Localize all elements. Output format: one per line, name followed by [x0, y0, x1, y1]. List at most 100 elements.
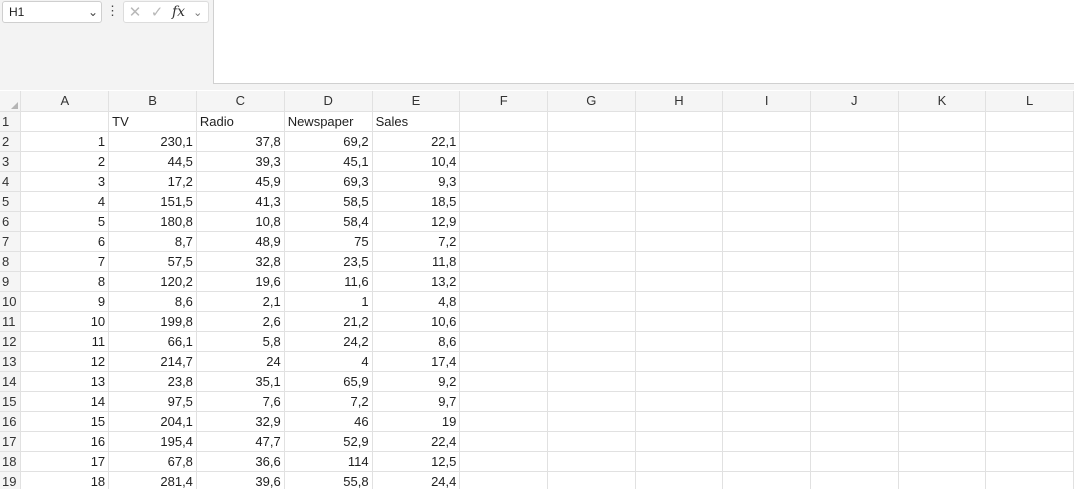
chevron-down-icon[interactable]: ⌄: [193, 6, 202, 19]
cell-l7[interactable]: [985, 231, 1074, 252]
cell-c9[interactable]: 19,6: [196, 271, 285, 292]
cell-a7[interactable]: 6: [20, 231, 110, 252]
cell-b10[interactable]: 8,6: [108, 291, 197, 312]
cell-l12[interactable]: [985, 331, 1074, 352]
cell-g5[interactable]: [547, 191, 636, 212]
cell-e11[interactable]: 10,6: [372, 311, 461, 332]
name-box[interactable]: H1 ⌄: [2, 1, 102, 23]
cell-k12[interactable]: [898, 331, 987, 352]
cell-k5[interactable]: [898, 191, 987, 212]
cell-c19[interactable]: 39,6: [196, 471, 285, 489]
cell-l19[interactable]: [985, 471, 1074, 489]
cell-d1[interactable]: Newspaper: [284, 111, 373, 132]
row-header[interactable]: 16: [0, 411, 22, 432]
cell-f14[interactable]: [459, 371, 549, 392]
cell-j9[interactable]: [810, 271, 899, 292]
cell-f17[interactable]: [459, 431, 549, 452]
cell-k7[interactable]: [898, 231, 987, 252]
cell-g8[interactable]: [547, 251, 636, 272]
cell-a4[interactable]: 3: [20, 171, 110, 192]
cell-i7[interactable]: [722, 231, 811, 252]
cell-d13[interactable]: 4: [284, 351, 373, 372]
cell-k11[interactable]: [898, 311, 987, 332]
cell-c5[interactable]: 41,3: [196, 191, 285, 212]
column-header-a[interactable]: A: [20, 91, 110, 112]
row-header[interactable]: 2: [0, 131, 22, 152]
cell-j13[interactable]: [810, 351, 899, 372]
cell-j14[interactable]: [810, 371, 899, 392]
cell-l10[interactable]: [985, 291, 1074, 312]
cell-b17[interactable]: 195,4: [108, 431, 197, 452]
cell-a19[interactable]: 18: [20, 471, 110, 489]
cell-l5[interactable]: [985, 191, 1074, 212]
cell-a14[interactable]: 13: [20, 371, 110, 392]
column-header-h[interactable]: H: [635, 91, 724, 112]
cell-k1[interactable]: [898, 111, 987, 132]
cell-i10[interactable]: [722, 291, 811, 312]
cell-f13[interactable]: [459, 351, 549, 372]
cell-j2[interactable]: [810, 131, 899, 152]
cell-f16[interactable]: [459, 411, 549, 432]
column-header-i[interactable]: I: [722, 91, 811, 112]
cell-k19[interactable]: [898, 471, 987, 489]
cell-h4[interactable]: [635, 171, 724, 192]
cell-d5[interactable]: 58,5: [284, 191, 373, 212]
cell-k10[interactable]: [898, 291, 987, 312]
cell-c3[interactable]: 39,3: [196, 151, 285, 172]
cell-e17[interactable]: 22,4: [372, 431, 461, 452]
insert-function-button[interactable]: fx: [172, 4, 185, 20]
cell-h19[interactable]: [635, 471, 724, 489]
cell-c8[interactable]: 32,8: [196, 251, 285, 272]
cell-i4[interactable]: [722, 171, 811, 192]
cell-c6[interactable]: 10,8: [196, 211, 285, 232]
cell-d10[interactable]: 1: [284, 291, 373, 312]
column-header-l[interactable]: L: [985, 91, 1074, 112]
cell-l4[interactable]: [985, 171, 1074, 192]
cell-c14[interactable]: 35,1: [196, 371, 285, 392]
cell-g10[interactable]: [547, 291, 636, 312]
cell-c2[interactable]: 37,8: [196, 131, 285, 152]
cell-l1[interactable]: [985, 111, 1074, 132]
cell-b9[interactable]: 120,2: [108, 271, 197, 292]
cell-k17[interactable]: [898, 431, 987, 452]
cell-b12[interactable]: 66,1: [108, 331, 197, 352]
column-header-d[interactable]: D: [284, 91, 373, 112]
cell-e4[interactable]: 9,3: [372, 171, 461, 192]
cell-i13[interactable]: [722, 351, 811, 372]
cell-a8[interactable]: 7: [20, 251, 110, 272]
cell-f11[interactable]: [459, 311, 549, 332]
cell-f8[interactable]: [459, 251, 549, 272]
cell-j15[interactable]: [810, 391, 899, 412]
cell-g17[interactable]: [547, 431, 636, 452]
cell-g16[interactable]: [547, 411, 636, 432]
cell-h2[interactable]: [635, 131, 724, 152]
cell-h12[interactable]: [635, 331, 724, 352]
cell-g11[interactable]: [547, 311, 636, 332]
cell-a13[interactable]: 12: [20, 351, 110, 372]
cell-j1[interactable]: [810, 111, 899, 132]
cell-a17[interactable]: 16: [20, 431, 110, 452]
cell-h17[interactable]: [635, 431, 724, 452]
cell-l14[interactable]: [985, 371, 1074, 392]
cell-c11[interactable]: 2,6: [196, 311, 285, 332]
select-all-corner[interactable]: [0, 91, 22, 112]
cell-a15[interactable]: 14: [20, 391, 110, 412]
row-header[interactable]: 3: [0, 151, 22, 172]
cell-c10[interactable]: 2,1: [196, 291, 285, 312]
cell-c4[interactable]: 45,9: [196, 171, 285, 192]
cell-e1[interactable]: Sales: [372, 111, 461, 132]
cell-j7[interactable]: [810, 231, 899, 252]
cell-h10[interactable]: [635, 291, 724, 312]
cell-j6[interactable]: [810, 211, 899, 232]
cell-j19[interactable]: [810, 471, 899, 489]
cell-f6[interactable]: [459, 211, 549, 232]
cell-d6[interactable]: 58,4: [284, 211, 373, 232]
more-options-icon[interactable]: ⋮: [106, 4, 119, 20]
cell-f2[interactable]: [459, 131, 549, 152]
cell-c1[interactable]: Radio: [196, 111, 285, 132]
cell-c17[interactable]: 47,7: [196, 431, 285, 452]
cell-i2[interactable]: [722, 131, 811, 152]
cell-b14[interactable]: 23,8: [108, 371, 197, 392]
cell-h1[interactable]: [635, 111, 724, 132]
cell-b16[interactable]: 204,1: [108, 411, 197, 432]
